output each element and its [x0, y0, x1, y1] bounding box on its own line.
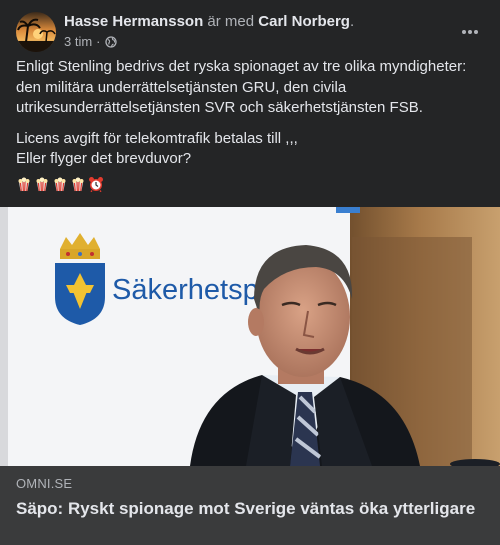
popcorn-icon [52, 176, 68, 192]
link-preview-footer[interactable]: OMNI.SE Säpo: Ryskt spionage mot Sverige… [0, 466, 500, 545]
tagged-person[interactable]: Carl Norberg [258, 13, 350, 30]
popcorn-icon [34, 176, 50, 192]
link-title[interactable]: Säpo: Ryskt spionage mot Sverige väntas … [16, 498, 484, 519]
link-preview-image[interactable]: Säkerhetspo [0, 207, 500, 466]
popcorn-icon [16, 176, 32, 192]
post-paragraph-1: Enligt Stenling bedrivs det ryska spiona… [16, 58, 467, 116]
author-line: Hasse Hermansson är med Carl Norberg. [64, 13, 354, 30]
post-timestamp[interactable]: 3 tim [64, 34, 92, 49]
with-text: är med [207, 13, 255, 30]
author-name[interactable]: Hasse Hermansson [64, 13, 203, 30]
post-paragraph-2: Licens avgift för telekomtrafik betalas … [16, 129, 486, 170]
link-domain: OMNI.SE [16, 476, 73, 491]
post-header: Hasse Hermansson är med Carl Norberg. 3 … [16, 12, 484, 52]
alarm-clock-icon [88, 176, 104, 193]
more-options-icon[interactable] [456, 18, 484, 46]
post-paragraph-2-line-2: Eller flyger det brevduvor? [16, 150, 192, 167]
globe-icon[interactable] [104, 35, 117, 48]
post-paragraph-2-line-1: Licens avgift för telekomtrafik betalas … [16, 129, 298, 147]
author-avatar[interactable] [16, 12, 56, 52]
popcorn-icon [70, 176, 86, 192]
emoji-row [16, 176, 104, 193]
author-line-period: . [349, 13, 355, 30]
meta-separator: · [96, 34, 101, 49]
sign-text: Säkerhetspo [112, 274, 275, 306]
post-meta: 3 tim · [64, 34, 117, 49]
post-text: Enligt Stenling bedrivs det ryska spiona… [16, 57, 486, 180]
facebook-post: Hasse Hermansson är med Carl Norberg. 3 … [0, 0, 500, 545]
